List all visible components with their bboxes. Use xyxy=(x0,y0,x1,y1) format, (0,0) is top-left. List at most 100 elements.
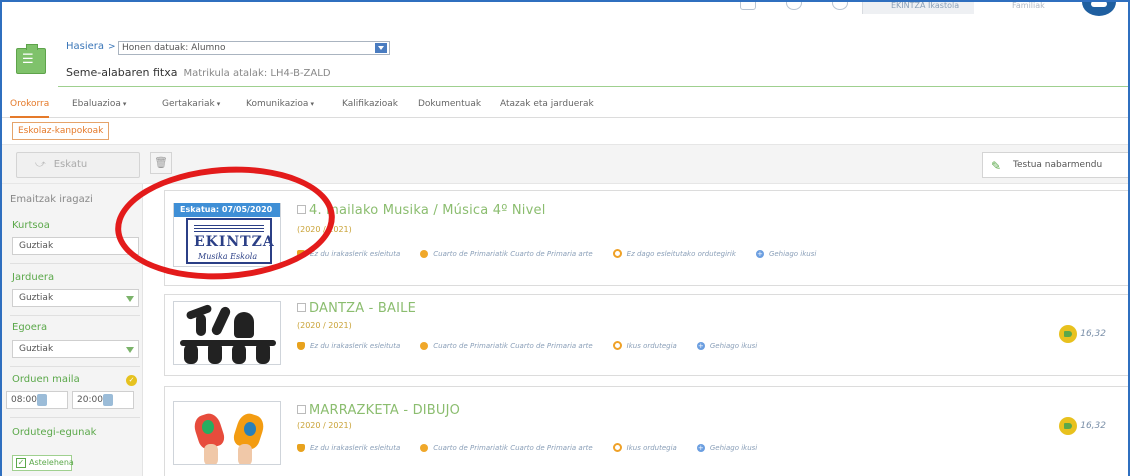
activity-card[interactable]: MARRAZKETA - DIBUJO (2020 / 2021) Ez du … xyxy=(164,386,1128,476)
schedule-text: Ikus ordutegia xyxy=(626,341,677,350)
activity-title[interactable]: DANTZA - BAILE xyxy=(297,301,416,316)
activity-year: (2020 / 2021) xyxy=(297,421,352,430)
paint-spot xyxy=(202,420,214,434)
tab-label: Orokorra xyxy=(10,99,50,109)
dancer-figure xyxy=(184,344,198,364)
select-checkbox[interactable] xyxy=(297,405,306,414)
tab-komunikazioa[interactable]: Komunikazioa ▾ xyxy=(246,90,314,118)
help-icon[interactable] xyxy=(832,2,848,10)
tab-label: Atazak eta jarduerak xyxy=(500,99,594,109)
ask-button[interactable]: ⤻ Eskatu xyxy=(16,152,140,178)
dancer-figure xyxy=(208,342,222,364)
dancer-figure xyxy=(256,342,270,364)
activity-list: EKINTZA Musika Eskola 4. mailako Musika … xyxy=(154,186,1128,476)
ekintza-logo: EKINTZA Musika Eskola xyxy=(186,218,275,264)
activity-card[interactable]: EKINTZA Musika Eskola 4. mailako Musika … xyxy=(164,190,1128,286)
activity-title-text: DANTZA - BAILE xyxy=(309,301,416,316)
activity-title[interactable]: 4. mailako Musika / Música 4º Nivel xyxy=(297,203,546,218)
calendar-icon[interactable] xyxy=(740,2,756,10)
student-selector-value: Honen datuak: Alumno xyxy=(122,43,226,53)
status-filter-select[interactable]: Guztiak xyxy=(12,340,139,358)
select-checkbox[interactable] xyxy=(297,303,306,312)
activity-filter-select[interactable]: Guztiak xyxy=(12,289,139,307)
select-checkbox[interactable] xyxy=(297,205,306,214)
schedule-text: Ez dago esleitutako ordutegirik xyxy=(626,249,736,258)
activity-card[interactable]: DANTZA - BAILE (2020 / 2021) Ez du iraka… xyxy=(164,294,1128,376)
status-filter-label: Egoera xyxy=(12,322,48,333)
time-spinner[interactable] xyxy=(37,394,47,406)
status-filter-value: Guztiak xyxy=(19,344,54,354)
day-label-monday: Astelehena xyxy=(29,458,74,467)
trash-icon[interactable]: 🗑 xyxy=(150,152,172,174)
teacher-text: Ez du irakaslerik esleituta xyxy=(310,249,401,258)
top-bar: EKINTZA Ikastola Familiak xyxy=(2,2,1128,16)
tab-bar: Orokorra Ebaluazioa ▾ Gertakariak ▾ Komuni… xyxy=(2,90,1128,118)
subtab-eskolaz-kanpokoak[interactable]: Eskolaz-kanpokoak xyxy=(12,122,110,140)
tab-gertakariak[interactable]: Gertakariak ▾ xyxy=(162,90,220,118)
chevron-down-icon xyxy=(126,347,134,353)
level-range-info: Cuarto de Primariatik Cuarto de Primaria… xyxy=(420,249,593,258)
family-label: Familiak xyxy=(1012,1,1045,10)
time-to-input[interactable]: 20:00 xyxy=(72,391,134,409)
teacher-text: Ez du irakaslerik esleituta xyxy=(310,341,401,350)
time-spinner[interactable] xyxy=(103,394,113,406)
filter-divider xyxy=(10,263,140,264)
tab-kalifikazioak[interactable]: Kalifikazioak xyxy=(342,90,398,118)
dancer-figure xyxy=(232,344,246,364)
tab-dokumentuak[interactable]: Dokumentuak xyxy=(418,90,481,118)
dancer-figure xyxy=(210,305,232,337)
user-avatar[interactable] xyxy=(1082,2,1116,16)
time-from-value: 08:00 xyxy=(11,395,37,405)
activity-title[interactable]: MARRAZKETA - DIBUJO xyxy=(297,403,460,418)
teacher-icon xyxy=(297,249,305,258)
activity-price: 16,32 xyxy=(1059,325,1106,343)
tab-ebaluazioa[interactable]: Ebaluazioa ▾ xyxy=(72,90,126,118)
filter-panel-title: Emaitzak iragazi xyxy=(10,194,93,205)
student-selector[interactable]: Honen datuak: Alumno xyxy=(118,41,390,55)
request-icon: ⤻ xyxy=(35,159,46,170)
clock-icon xyxy=(612,249,622,258)
teacher-icon xyxy=(297,443,305,452)
breadcrumb-home-link[interactable]: Hasiera xyxy=(66,41,104,52)
logo-text: EKINTZA xyxy=(194,234,275,250)
activity-year: (2020 / 2021) xyxy=(297,321,352,330)
dancer-figure xyxy=(234,312,254,338)
teacher-icon xyxy=(297,341,305,350)
activity-meta: Ez du irakaslerik esleituta Cuarto de Pr… xyxy=(297,249,836,258)
activity-filter-value: Guztiak xyxy=(19,293,54,303)
activity-meta: Ez du irakaslerik esleituta Cuarto de Pr… xyxy=(297,443,777,452)
tab-atazak-eta-jarduerak[interactable]: Atazak eta jarduerak xyxy=(500,90,594,118)
paint-spot xyxy=(244,422,256,436)
schedule-info[interactable]: Ez dago esleitutako ordutegirik xyxy=(612,249,736,258)
plus-icon: + xyxy=(755,249,764,258)
course-filter-select[interactable]: Guztiak xyxy=(12,237,139,255)
tab-orokorra[interactable]: Orokorra xyxy=(10,90,50,118)
time-to-value: 20:00 xyxy=(77,395,103,405)
see-more-text: Gehiago ikusi xyxy=(768,249,817,258)
see-more-link[interactable]: + Gehiago ikusi xyxy=(696,341,757,350)
logo-subtitle: Musika Eskola xyxy=(198,252,258,261)
chevron-down-icon[interactable] xyxy=(375,43,387,53)
day-checkbox-monday[interactable]: ✓ Astelehena xyxy=(12,455,74,471)
tab-label: Kalifikazioak xyxy=(342,99,398,109)
see-more-link[interactable]: + Gehiago ikusi xyxy=(696,443,757,452)
activity-filter-label: Jarduera xyxy=(12,272,55,283)
plus-icon: + xyxy=(696,443,705,452)
dancer-figure xyxy=(196,314,206,336)
highlight-text-button[interactable]: ✎ Testua nabarmendu xyxy=(982,152,1128,178)
see-more-link[interactable]: + Gehiago ikusi xyxy=(755,249,817,258)
student-card-icon: ☰ xyxy=(16,44,46,74)
time-from-input[interactable]: 08:00 xyxy=(6,391,68,409)
school-selector[interactable]: EKINTZA Ikastola xyxy=(862,2,974,14)
clock-icon xyxy=(612,443,622,452)
chevron-down-icon: ▾ xyxy=(310,100,314,108)
schedule-info[interactable]: Ikus ordutegia xyxy=(612,341,677,350)
breadcrumb: Hasiera > xyxy=(66,41,120,52)
activity-year: (2020 / 2021) xyxy=(297,225,352,234)
schedule-text: Ikus ordutegia xyxy=(626,443,677,452)
schedule-info[interactable]: Ikus ordutegia xyxy=(612,443,677,452)
requested-ribbon: Eskatua: 07/05/2020 xyxy=(174,203,280,217)
tab-label: Dokumentuak xyxy=(418,99,482,109)
filter-divider xyxy=(10,315,140,316)
settings-icon[interactable] xyxy=(786,2,802,10)
